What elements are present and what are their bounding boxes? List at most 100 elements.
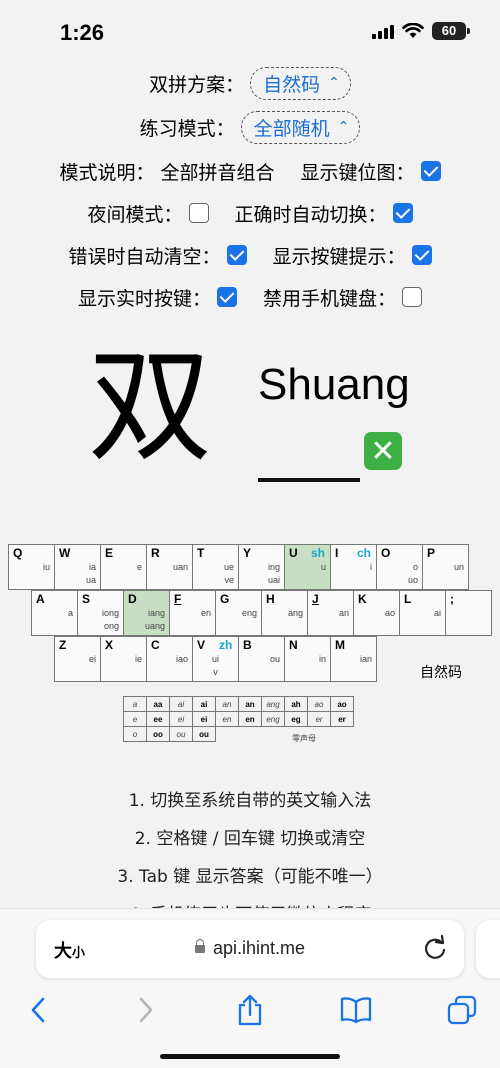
zero-initial-cell: eg [284, 711, 308, 727]
status-bar: 1:26 60 [0, 0, 500, 62]
night-mode-checkbox[interactable] [188, 203, 209, 223]
show-realtime-label: 显示实时按键： [77, 287, 211, 310]
keyboard-key: Fen [169, 590, 216, 636]
zero-initial-cell: ou [192, 726, 216, 742]
show-layout-checkbox[interactable] [420, 161, 441, 181]
keyboard-key: Vzh ui v [192, 636, 239, 682]
key-initial: sh [311, 546, 326, 560]
key-letter: C [151, 638, 160, 652]
night-row: 夜间模式： 正确时自动切换： [0, 197, 500, 229]
zero-initial-cell [331, 727, 354, 742]
key-letter: A [36, 592, 45, 606]
zero-initial-cell: o [123, 726, 147, 742]
key-letter: K [358, 592, 367, 606]
zero-initial-cell [262, 727, 285, 742]
keyboard-key: Kao [353, 590, 400, 636]
keyboard-key: Geng [215, 590, 262, 636]
key-final: ong [103, 621, 119, 631]
home-indicator [160, 1054, 340, 1059]
key-final: ia [88, 562, 96, 572]
zero-initial-cell: eng [261, 711, 285, 727]
zero-initial-cell: ai [192, 696, 216, 712]
key-letter: E [105, 546, 114, 560]
zero-initial-cell: ei [169, 711, 193, 727]
show-hint-label: 显示按键提示： [272, 245, 406, 268]
key-letter: R [151, 546, 160, 560]
key-final: ou [269, 654, 280, 664]
key-letter: I [335, 546, 339, 560]
zero-initial-cell: aa [146, 696, 170, 712]
key-final: an [338, 608, 349, 618]
address-bar[interactable]: 大小 api.ihint.me [36, 920, 464, 978]
key-letter: B [243, 638, 252, 652]
mode-row: 练习模式： 全部随机 ⌃ [0, 110, 500, 144]
disable-kb-label: 禁用手机键盘： [263, 287, 397, 310]
keyboard-key: Aa [31, 590, 78, 636]
mode-select[interactable]: 全部随机 ⌃ [240, 110, 361, 144]
key-final: ao [384, 608, 395, 618]
key-final: uo [407, 575, 418, 585]
reload-icon[interactable] [422, 934, 448, 962]
zero-initial-table: a aa ai ai an an ang ah ao ao e ee ei ei en en eng eg er er… [123, 696, 354, 742]
battery-icon: 60 [432, 22, 470, 40]
disable-keyboard-checkbox[interactable] [402, 287, 423, 307]
auto-switch-label: 正确时自动切换： [234, 203, 387, 226]
zero-initial-cell: en [215, 711, 239, 727]
key-letter: Y [243, 546, 252, 560]
tabs-button[interactable] [440, 992, 484, 1028]
zero-initial-cell: an [215, 696, 239, 712]
key-final: ui [211, 654, 219, 664]
mode-label: 练习模式： [139, 117, 235, 140]
key-letter: U [289, 546, 298, 560]
key-final: ua [85, 575, 96, 585]
bookmarks-icon [340, 997, 372, 1024]
tip-item: 3. Tab 键 显示答案（可能不唯一） [117, 867, 383, 887]
key-final: e [136, 562, 142, 572]
forward-button[interactable] [124, 992, 168, 1028]
scheme-select-value: 自然码 [263, 73, 321, 96]
zero-initial-cell [239, 727, 262, 742]
bookmarks-button[interactable] [334, 992, 378, 1028]
auto-clear-checkbox[interactable] [226, 245, 247, 265]
tabs-icon [447, 995, 477, 1025]
scheme-select[interactable]: 自然码 ⌃ [250, 66, 351, 100]
back-icon [31, 997, 45, 1023]
key-letter: ; [450, 592, 454, 606]
keyboard-key: Ruan [146, 544, 193, 590]
cross-mark-icon: ✕ [364, 432, 402, 470]
keyboard-key: Jan [307, 590, 354, 636]
key-letter: D [128, 592, 137, 606]
status-time: 1:26 [60, 20, 105, 45]
next-tab-preview[interactable] [476, 920, 500, 978]
zero-initial-cell: er [307, 711, 331, 727]
share-button[interactable] [228, 992, 272, 1028]
key-final: v [213, 667, 218, 677]
zero-initial-caption: 零声母 [292, 734, 316, 743]
keyboard-key: Wia ua [54, 544, 101, 590]
key-letter: H [266, 592, 275, 606]
keyboard-key: Ich i [330, 544, 377, 590]
show-hint-checkbox[interactable] [411, 245, 432, 265]
key-final: iong [101, 608, 119, 618]
key-final: in [318, 654, 326, 664]
key-letter: Z [59, 638, 67, 652]
key-final: ian [359, 654, 372, 664]
keyboard-key: Zei [54, 636, 101, 682]
key-final: iao [175, 654, 188, 664]
key-final: ie [134, 654, 142, 664]
key-final: ang [287, 608, 303, 618]
key-letter: G [220, 592, 230, 606]
zero-initial-cell [216, 727, 239, 742]
key-letter: S [82, 592, 91, 606]
night-label: 夜间模式： [87, 203, 183, 226]
chevron-updown-icon: ⌃ [337, 119, 350, 135]
practice-character: 双 [88, 335, 213, 479]
back-button[interactable] [16, 992, 60, 1028]
answer-input-line[interactable] [258, 478, 360, 482]
show-realtime-checkbox[interactable] [217, 287, 237, 307]
key-final: iu [42, 562, 50, 572]
show-layout-label: 显示键位图： [300, 161, 415, 184]
key-letter: W [59, 546, 71, 560]
key-final: iang [147, 608, 165, 618]
auto-switch-checkbox[interactable] [392, 203, 413, 223]
